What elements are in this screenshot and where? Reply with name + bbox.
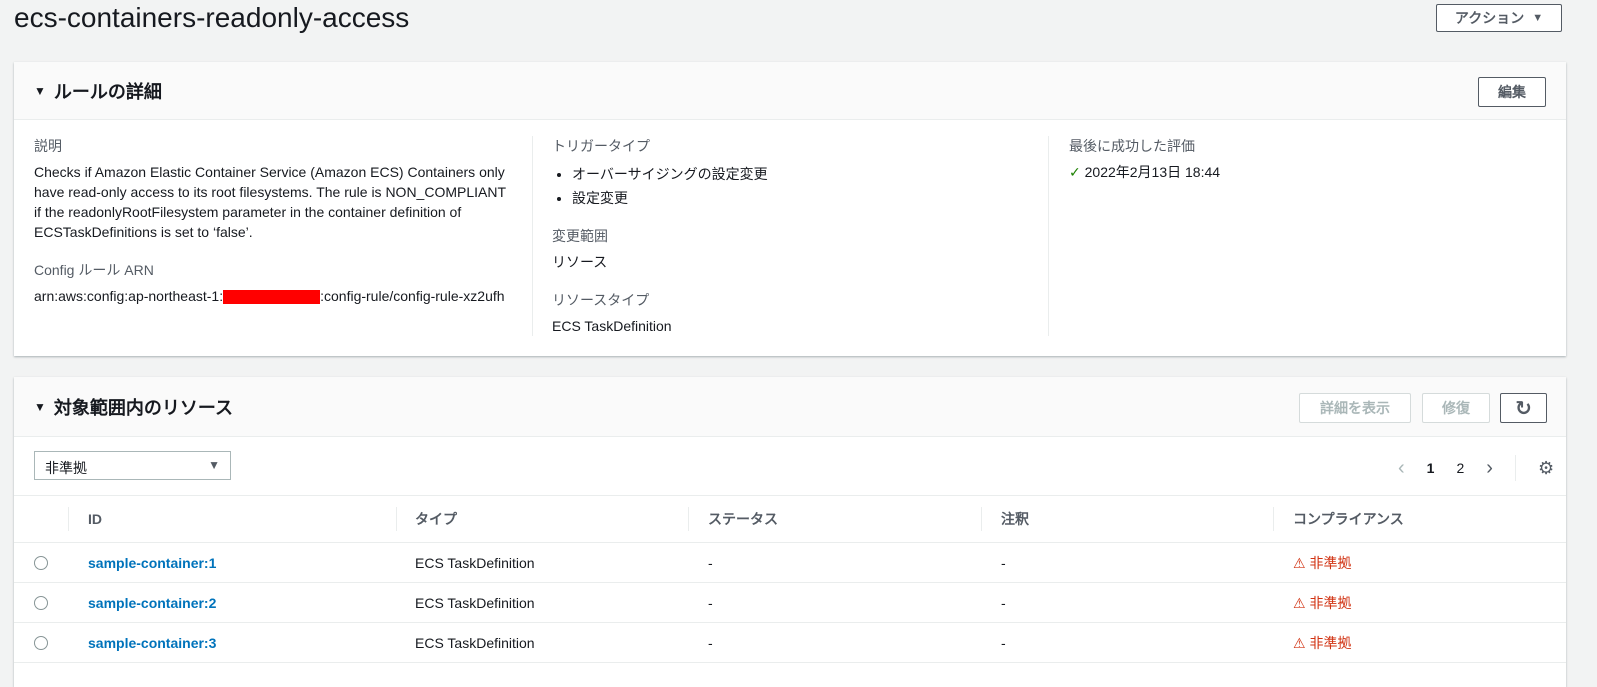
page-1[interactable]: 1 [1427, 460, 1435, 476]
resource-annotation: - [1001, 594, 1006, 611]
divider [532, 136, 533, 336]
page-title: ecs-containers-readonly-access [14, 2, 410, 33]
collapse-icon[interactable]: ▼ [34, 84, 46, 98]
remediate-button[interactable]: 修復 [1422, 393, 1490, 423]
col-status[interactable]: ステータス [708, 509, 778, 529]
table-header: ID タイプ ステータス 注釈 コンプライアンス [14, 495, 1566, 543]
resource-type-label: リソースタイプ [552, 292, 650, 308]
last-eval-label: 最後に成功した評価 [1069, 138, 1195, 154]
compliance-filter-select[interactable]: 非準拠 ▼ [34, 451, 231, 480]
resources-panel: ▼ 対象範囲内のリソース 詳細を表示 修復 ↻ 非準拠 ▼ ‹ 1 2 › ⚙ ID… [14, 377, 1566, 687]
last-eval-value: 2022年2月13日 18:44 [1084, 164, 1221, 180]
compliance-status: 非準拠 [1309, 554, 1352, 571]
scope-value: リソース [552, 254, 608, 270]
divider [1514, 455, 1516, 481]
divider [1048, 136, 1049, 336]
resource-type: ECS TaskDefinition [415, 594, 535, 611]
filter-value: 非準拠 [45, 460, 87, 476]
table-row[interactable]: sample-container:1 ECS TaskDefinition - … [14, 543, 1566, 583]
trigger-label: トリガータイプ [552, 138, 650, 154]
row-radio[interactable] [34, 595, 48, 610]
resource-type-value: ECS TaskDefinition [552, 318, 672, 334]
row-radio[interactable] [34, 555, 48, 570]
description: Checks if Amazon Elastic Container Servi… [34, 164, 506, 240]
arn-prefix: arn:aws:config:ap-northeast-1: [34, 288, 224, 304]
compliance-status: 非準拠 [1309, 634, 1352, 651]
resource-status: - [708, 554, 713, 571]
resource-type: ECS TaskDefinition [415, 554, 535, 571]
resource-type: ECS TaskDefinition [415, 634, 535, 651]
warning-icon: ⚠ [1293, 594, 1306, 611]
refresh-button[interactable]: ↻ [1500, 393, 1547, 423]
table-row[interactable]: sample-container:2 ECS TaskDefinition - … [14, 583, 1566, 623]
warning-icon: ⚠ [1293, 634, 1306, 651]
col-id[interactable]: ID [88, 511, 102, 527]
warning-icon: ⚠ [1293, 554, 1306, 571]
resource-annotation: - [1001, 634, 1006, 651]
arn-label: Config ルール ARN [34, 262, 154, 278]
col-annotation[interactable]: 注釈 [1001, 509, 1029, 529]
refresh-icon: ↻ [1515, 397, 1532, 420]
trigger-item: オーバーサイジングの設定変更 [572, 162, 1032, 186]
resource-id-link[interactable]: sample-container:3 [88, 635, 216, 651]
actions-button[interactable]: アクション ▼ [1436, 4, 1562, 32]
trigger-item: 設定変更 [572, 186, 1032, 210]
collapse-icon[interactable]: ▼ [34, 400, 46, 414]
row-radio[interactable] [34, 635, 48, 650]
compliance-status: 非準拠 [1309, 594, 1352, 611]
panel-heading: 対象範囲内のリソース [53, 397, 233, 418]
col-compliance[interactable]: コンプライアンス [1293, 509, 1404, 529]
edit-button[interactable]: 編集 [1478, 77, 1546, 107]
resource-id-link[interactable]: sample-container:1 [88, 555, 216, 571]
resource-status: - [708, 594, 713, 611]
resource-annotation: - [1001, 554, 1006, 571]
arn-value: arn:aws:config:ap-northeast-1: :config-ru… [34, 286, 514, 306]
table-row[interactable]: sample-container:3 ECS TaskDefinition - … [14, 623, 1566, 663]
check-circle-icon: ✓ [1069, 164, 1081, 180]
rule-details-panel: ▼ ルールの詳細 編集 説明 Checks if Amazon Elastic C… [14, 62, 1566, 356]
actions-label: アクション [1454, 10, 1525, 26]
settings-gear-icon[interactable]: ⚙ [1538, 458, 1554, 479]
caret-down-icon: ▼ [1532, 12, 1544, 24]
resource-id-link[interactable]: sample-container:2 [88, 595, 216, 611]
arn-suffix: :config-rule/config-rule-xz2ufh [320, 288, 505, 304]
resource-status: - [708, 634, 713, 651]
redaction [223, 290, 321, 305]
panel-heading: ルールの詳細 [53, 81, 162, 102]
description-label: 説明 [34, 138, 62, 154]
view-details-button[interactable]: 詳細を表示 [1299, 393, 1411, 423]
caret-down-icon: ▼ [208, 458, 220, 472]
col-type[interactable]: タイプ [415, 509, 457, 529]
prev-page-icon[interactable]: ‹ [1398, 457, 1405, 480]
scope-label: 変更範囲 [552, 228, 608, 244]
next-page-icon[interactable]: › [1486, 457, 1493, 480]
page-2[interactable]: 2 [1456, 460, 1464, 476]
